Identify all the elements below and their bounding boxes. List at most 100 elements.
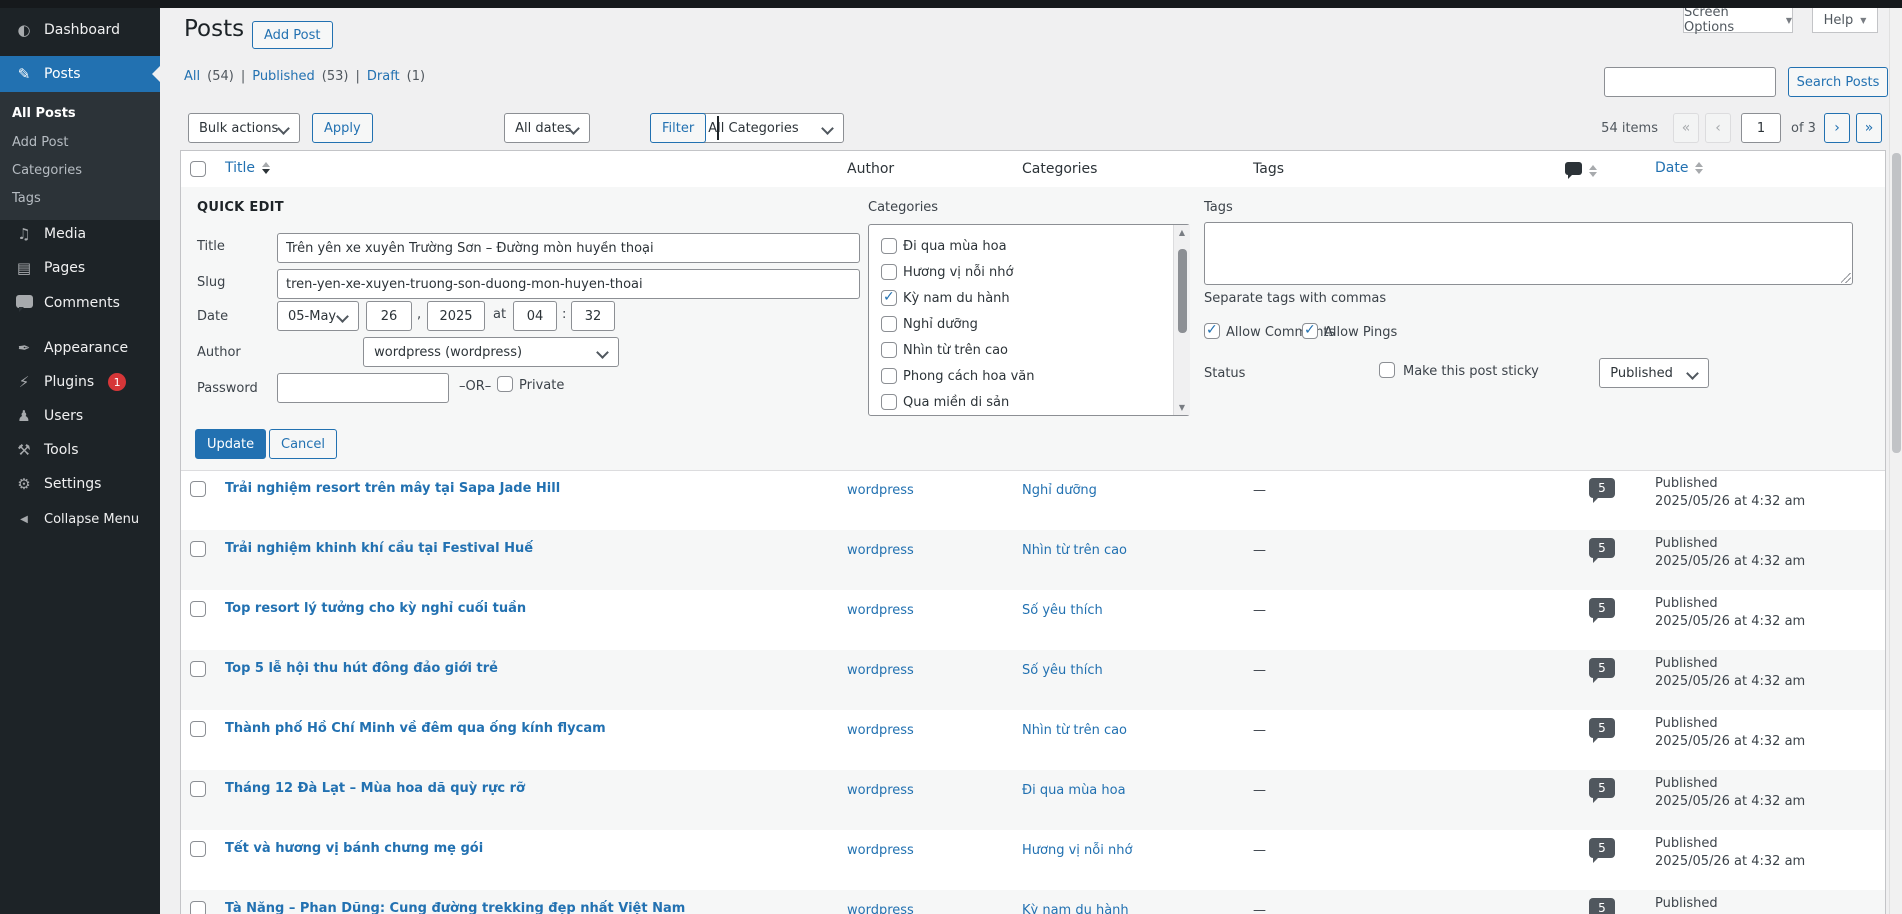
row-checkbox[interactable] [190,601,206,617]
comment-count-badge[interactable]: 5 [1589,598,1615,618]
row-checkbox[interactable] [190,721,206,737]
sidebar-subitem-all-posts[interactable]: All Posts [0,99,160,127]
post-title-link[interactable]: Top 5 lễ hội thu hút đông đảo giới trẻ [225,661,498,676]
post-author-link[interactable]: wordpress [847,543,914,558]
scroll-up-icon[interactable]: ▲ [1174,228,1190,237]
comment-count-badge[interactable]: 5 [1589,838,1615,858]
row-checkbox[interactable] [190,781,206,797]
dates-filter-select[interactable]: All dates [504,113,590,143]
row-checkbox[interactable] [190,481,206,497]
post-category-link[interactable]: Số yêu thích [1022,663,1103,678]
post-title-link[interactable]: Tết và hương vị bánh chưng mẹ gói [225,841,483,856]
next-page-button[interactable]: › [1824,113,1850,143]
post-author-link[interactable]: wordpress [847,483,914,498]
post-author-link[interactable]: wordpress [847,843,914,858]
sidebar-item-appearance[interactable]: ✒ Appearance [0,331,160,365]
private-checkbox[interactable] [497,376,513,392]
sidebar-item-users[interactable]: ♟ Users [0,399,160,433]
search-input[interactable] [1604,67,1776,97]
password-input[interactable] [277,373,449,403]
category-checkbox[interactable] [881,238,897,254]
post-category-link[interactable]: Đi qua mùa hoa [1022,783,1126,798]
screen-options-tab[interactable]: Screen Options ▼ [1683,8,1793,33]
post-author-link[interactable]: wordpress [847,663,914,678]
sidebar-item-dashboard[interactable]: ◐ Dashboard [0,13,160,47]
comment-count-badge[interactable]: 5 [1589,538,1615,558]
view-all-link[interactable]: All [184,69,200,84]
category-checkbox[interactable] [881,394,897,410]
post-title-link[interactable]: Trải nghiệm khinh khí cầu tại Festival H… [225,541,533,556]
row-checkbox[interactable] [190,661,206,677]
select-all-checkbox[interactable] [190,161,206,177]
sidebar-item-tools[interactable]: ⚒ Tools [0,433,160,467]
bulk-actions-select[interactable]: Bulk actions [188,113,300,143]
year-input[interactable] [427,301,485,331]
row-checkbox[interactable] [190,901,206,914]
page-scrollbar[interactable] [1889,8,1902,914]
row-checkbox[interactable] [190,841,206,857]
categories-scrollbar[interactable]: ▲ ▼ [1173,225,1190,415]
category-checkbox[interactable] [881,290,897,306]
help-tab[interactable]: Help ▼ [1812,8,1878,33]
sidebar-subitem-tags[interactable]: Tags [0,184,160,212]
sort-by-comments-header[interactable] [1565,162,1597,179]
post-author-link[interactable]: wordpress [847,903,914,914]
collapse-menu-button[interactable]: ◀ Collapse Menu [0,502,160,536]
comment-count-badge[interactable]: 5 [1589,478,1615,498]
scrollbar-thumb[interactable] [1178,249,1187,333]
author-select[interactable]: wordpress (wordpress) [363,337,619,367]
sidebar-item-posts[interactable]: ✎ Posts [0,56,160,92]
categories-filter-select[interactable]: All Categories [697,113,844,143]
sidebar-item-settings[interactable]: ⚙ Settings [0,467,160,501]
sort-by-title-header[interactable]: Title [225,160,270,176]
allow-pings-checkbox[interactable] [1302,323,1318,339]
post-category-link[interactable]: Hương vị nỗi nhớ [1022,843,1132,858]
allow-comments-checkbox[interactable] [1204,323,1220,339]
tags-textarea[interactable] [1204,222,1853,285]
cancel-button[interactable]: Cancel [269,429,337,459]
post-title-link[interactable]: Thành phố Hồ Chí Minh về đêm qua ống kín… [225,721,606,736]
category-checkbox[interactable] [881,342,897,358]
row-checkbox[interactable] [190,541,206,557]
view-published-link[interactable]: Published [252,69,315,84]
post-title-link[interactable]: Tà Năng – Phan Dũng: Cung đường trekking… [225,901,685,914]
category-checkbox[interactable] [881,316,897,332]
post-author-link[interactable]: wordpress [847,723,914,738]
category-checkbox[interactable] [881,368,897,384]
sticky-checkbox[interactable] [1379,362,1395,378]
post-title-link[interactable]: Tháng 12 Đà Lạt – Mùa hoa dã quỳ rực rỡ [225,781,525,796]
sidebar-item-plugins[interactable]: ⚡ Plugins 1 [0,365,160,399]
scroll-down-icon[interactable]: ▼ [1174,403,1190,412]
comment-count-badge[interactable]: 5 [1589,658,1615,678]
apply-button[interactable]: Apply [312,113,373,143]
post-category-link[interactable]: Kỳ nam du hành [1022,903,1129,914]
post-author-link[interactable]: wordpress [847,603,914,618]
comment-count-badge[interactable]: 5 [1589,718,1615,738]
comment-count-badge[interactable]: 5 [1589,778,1615,798]
add-post-button[interactable]: Add Post [252,21,333,49]
month-select[interactable]: 05-May [277,301,359,331]
current-page-input[interactable] [1741,113,1781,143]
resize-grip-icon[interactable] [1841,273,1851,283]
day-input[interactable] [366,301,412,331]
hour-input[interactable] [513,301,557,331]
sidebar-item-pages[interactable]: ▤ Pages [0,251,160,285]
post-category-link[interactable]: Nghỉ dưỡng [1022,483,1097,498]
scrollbar-thumb[interactable] [1892,153,1901,453]
filter-button[interactable]: Filter [650,113,706,143]
post-title-link[interactable]: Trải nghiệm resort trên mây tại Sapa Jad… [225,481,560,496]
view-draft-link[interactable]: Draft [367,69,400,84]
comment-count-badge[interactable]: 5 [1589,898,1615,914]
update-button[interactable]: Update [195,429,266,459]
post-author-link[interactable]: wordpress [847,783,914,798]
quick-edit-slug-input[interactable] [277,269,860,299]
sidebar-item-media[interactable]: ♫ Media [0,217,160,251]
status-select[interactable]: Published [1599,358,1709,388]
quick-edit-title-input[interactable] [277,233,860,263]
post-category-link[interactable]: Số yêu thích [1022,603,1103,618]
post-category-link[interactable]: Nhìn từ trên cao [1022,723,1127,738]
minute-input[interactable] [571,301,615,331]
search-posts-button[interactable]: Search Posts [1788,67,1888,97]
post-category-link[interactable]: Nhìn từ trên cao [1022,543,1127,558]
sidebar-item-comments[interactable]: Comments [0,286,160,320]
